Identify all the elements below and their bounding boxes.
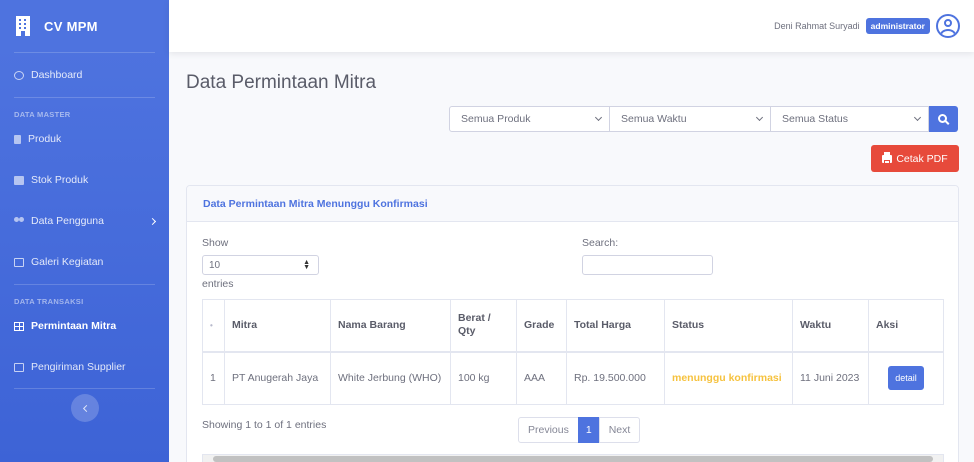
search-icon [938, 113, 947, 123]
cetak-pdf-button[interactable]: Cetak PDF [871, 145, 959, 172]
status-filter-select[interactable]: Semua Status [770, 106, 929, 132]
sidebar-item-dashboard[interactable]: Dashboard [0, 53, 169, 97]
sidebar-toggle-button[interactable] [71, 394, 99, 422]
table-info: Showing 1 to 1 of 1 entries [202, 419, 327, 431]
image-icon [14, 257, 24, 267]
sidebar-item-label: Data Pengguna [31, 215, 104, 227]
page-1-button[interactable]: 1 [577, 417, 600, 443]
topbar: Deni Rahmat Suryadi administrator [169, 0, 974, 52]
dashboard-icon [14, 70, 24, 80]
sidebar-item-galeri[interactable]: Galeri Kegiatan [0, 242, 169, 282]
horizontal-scrollbar[interactable] [202, 454, 944, 462]
data-table: • Mitra Nama Barang Berat / Qty Grade To… [202, 299, 944, 405]
scrollbar-thumb[interactable] [213, 456, 933, 462]
sidebar-item-label: Stok Produk [31, 174, 89, 186]
sidebar-item-data-pengguna[interactable]: Data Pengguna [0, 200, 169, 242]
cell-berat-qty: 100 kg [450, 351, 517, 405]
button-label: Cetak PDF [896, 152, 948, 165]
users-icon [14, 216, 24, 226]
sidebar-divider [14, 284, 155, 285]
avatar-icon[interactable] [936, 14, 960, 38]
building-icon [16, 16, 30, 36]
col-header-total-harga[interactable]: Total Harga [566, 299, 665, 353]
show-label: Show [202, 237, 229, 249]
table-icon [14, 321, 24, 331]
cell-mitra: PT Anugerah Jaya [224, 351, 331, 405]
cell-total-harga: Rp. 19.500.000 [566, 351, 665, 405]
previous-page-button[interactable]: Previous [518, 417, 579, 443]
sidebar-item-produk[interactable]: Produk [0, 119, 169, 159]
sidebar-heading-transaksi: DATA TRANSAKSI [14, 297, 84, 306]
table-row: 1 PT Anugerah Jaya White Jerbung (WHO) 1… [202, 351, 944, 405]
printer-icon [882, 151, 893, 164]
chevron-down-icon [594, 113, 603, 122]
chevron-left-icon [82, 404, 90, 412]
cell-aksi: detail [868, 351, 944, 405]
produk-filter-select[interactable]: Semua Produk [449, 106, 610, 132]
select-value: Semua Waktu [621, 113, 687, 125]
waktu-filter-select[interactable]: Semua Waktu [609, 106, 771, 132]
col-header-nama-barang[interactable]: Nama Barang [330, 299, 451, 353]
sidebar-item-permintaan-mitra[interactable]: Permintaan Mitra [0, 306, 169, 346]
select-value: 10 [209, 259, 221, 271]
filter-bar: Semua Produk Semua Waktu Semua Status [449, 106, 958, 132]
col-header-status[interactable]: Status [664, 299, 793, 353]
select-value: Semua Status [782, 113, 848, 125]
col-header-berat-qty[interactable]: Berat / Qty [450, 299, 517, 353]
pagination: Previous 1 Next [518, 417, 641, 443]
page-length-select[interactable]: 10 ▲ ▼ [202, 255, 319, 275]
role-badge: administrator [865, 18, 930, 34]
col-header-mitra[interactable]: Mitra [224, 299, 331, 353]
cell-status: menunggu konfirmasi [664, 351, 793, 405]
sidebar-item-stok-produk[interactable]: Stok Produk [0, 160, 169, 200]
col-header-grade[interactable]: Grade [516, 299, 567, 353]
user-name[interactable]: Deni Rahmat Suryadi [774, 21, 860, 31]
cell-waktu: 11 Juni 2023 [792, 351, 869, 405]
cell-grade: AAA [516, 351, 567, 405]
cell-no: 1 [202, 351, 225, 405]
brand[interactable]: CV MPM [0, 0, 169, 52]
table-icon [14, 362, 24, 372]
chevron-down-icon [913, 113, 922, 122]
select-value: Semua Produk [461, 113, 531, 125]
card-title: Data Permintaan Mitra Menunggu Konfirmas… [187, 186, 958, 222]
cell-nama-barang: White Jerbung (WHO) [330, 351, 451, 405]
sidebar-item-label: Dashboard [31, 69, 83, 81]
sidebar-item-label: Galeri Kegiatan [31, 256, 104, 268]
page-title: Data Permintaan Mitra [186, 72, 377, 93]
table-header-row: • Mitra Nama Barang Berat / Qty Grade To… [202, 299, 944, 353]
sidebar-heading-master: DATA MASTER [14, 110, 71, 119]
sidebar-divider [14, 388, 155, 389]
detail-button[interactable]: detail [888, 366, 924, 391]
sidebar: CV MPM Dashboard DATA MASTER Produk Stok… [0, 0, 169, 462]
sort-indicator[interactable]: • [202, 299, 225, 353]
box-icon [14, 134, 21, 144]
sidebar-item-label: Permintaan Mitra [31, 320, 117, 332]
stock-icon [14, 175, 24, 185]
chevron-right-icon [148, 217, 157, 225]
next-page-button[interactable]: Next [598, 417, 641, 443]
search-label: Search: [582, 237, 619, 249]
brand-name: CV MPM [44, 18, 98, 34]
sidebar-item-label: Pengiriman Supplier [31, 361, 126, 373]
sidebar-divider [14, 97, 155, 98]
col-header-aksi[interactable]: Aksi [868, 299, 944, 353]
table-search-input[interactable] [582, 255, 713, 275]
updown-arrows-icon: ▲ ▼ [303, 259, 310, 271]
entries-label: entries [202, 278, 234, 290]
chevron-down-icon [755, 113, 764, 122]
col-header-waktu[interactable]: Waktu [792, 299, 869, 353]
filter-search-button[interactable] [929, 106, 958, 132]
data-card: Data Permintaan Mitra Menunggu Konfirmas… [186, 185, 959, 462]
sidebar-item-pengiriman-supplier[interactable]: Pengiriman Supplier [0, 346, 169, 388]
sidebar-item-label: Produk [28, 133, 62, 145]
